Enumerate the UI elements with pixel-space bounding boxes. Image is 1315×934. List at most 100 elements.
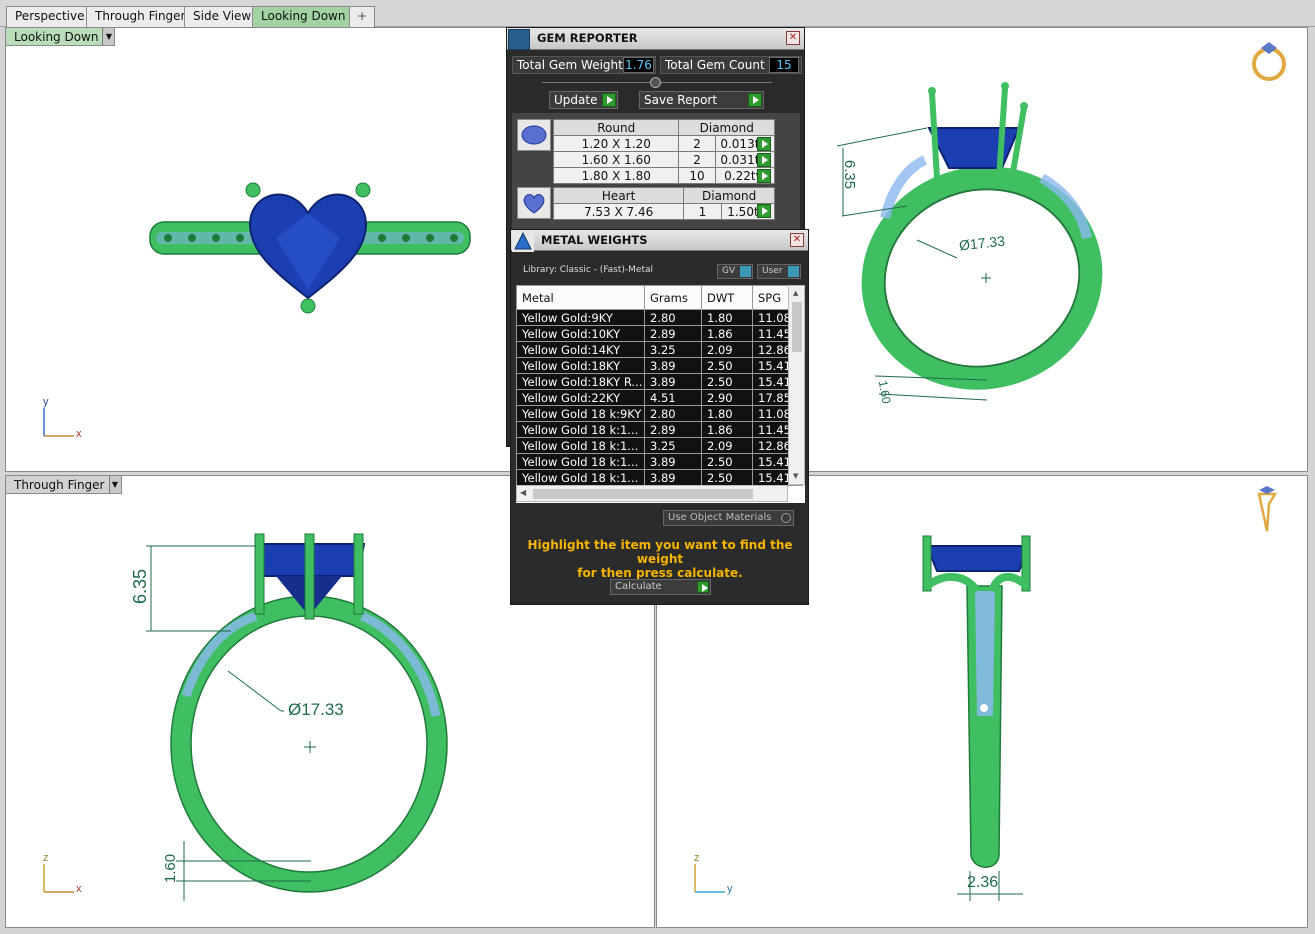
table-cell: 3.89: [644, 469, 702, 486]
dropdown-arrow-icon[interactable]: ▼: [108, 476, 121, 493]
axis-x-label: x: [76, 883, 82, 895]
table-header-row: Metal Grams DWT SPG: [516, 285, 803, 310]
table-row[interactable]: Yellow Gold:22KY 4.51 2.90 17.85: [516, 389, 803, 406]
tab-through-finger[interactable]: Through Finger: [86, 6, 195, 27]
user-toggle[interactable]: User: [757, 264, 801, 279]
vertical-scrollbar[interactable]: ▲ ▼: [788, 285, 805, 485]
table-cell: Yellow Gold:9KY: [516, 309, 645, 326]
table-row[interactable]: Yellow Gold 18 k:9KY 2.80 1.80 11.08: [516, 405, 803, 422]
gem-reporter-icon: [508, 29, 530, 50]
heart-gem-table: Heart Diamond 7.53 X 7.46 1 1.50tw: [552, 187, 776, 220]
dim-width: 2.36: [967, 874, 999, 891]
table-cell: 1.80: [701, 309, 753, 326]
table-row[interactable]: Yellow Gold:18KY R... 3.89 2.50 15.41: [516, 373, 803, 390]
scroll-thumb[interactable]: [792, 302, 802, 352]
table-cell: 4.51: [644, 389, 702, 406]
total-gem-weight-value: 1.76: [623, 57, 654, 73]
dim-height: 6.35: [841, 159, 859, 190]
tab-perspective[interactable]: Perspective: [6, 6, 94, 27]
table-cell: Yellow Gold 18 k:1...: [516, 469, 645, 486]
table-cell: 2.09: [701, 437, 753, 454]
table-cell: 2.09: [701, 341, 753, 358]
axis-z-label: z: [43, 852, 49, 864]
chevron-down-icon[interactable]: ▼: [793, 472, 798, 480]
dim-height: 6.35: [130, 568, 151, 605]
add-tab-button[interactable]: +: [349, 6, 375, 27]
library-label: Library: Classic - (Fast)-Metal: [523, 265, 654, 275]
table-cell: 3.89: [644, 357, 702, 374]
table-cell: Yellow Gold:10KY: [516, 325, 645, 342]
scroll-thumb[interactable]: [533, 489, 753, 499]
ring-side-icon[interactable]: [1253, 484, 1283, 536]
table-row[interactable]: Yellow Gold 18 k:1... 3.25 2.09 12.86: [516, 437, 803, 454]
table-row[interactable]: Yellow Gold 18 k:1... 3.89 2.50 15.41: [516, 469, 803, 486]
tab-looking-down[interactable]: Looking Down: [252, 6, 355, 27]
metal-table-container: Metal Grams DWT SPG Yellow Gold:9KY 2.80 1.80 1…: [516, 285, 805, 503]
select-gem-button[interactable]: [757, 137, 771, 151]
gem-shape: Round: [552, 119, 680, 136]
select-gem-button[interactable]: [757, 204, 771, 218]
round-gem-table: Round Diamond 1.20 X 1.20 2 0.013tw 1.60 X …: [552, 119, 776, 184]
column-header[interactable]: Metal: [516, 285, 645, 310]
table-cell: 3.25: [644, 437, 702, 454]
table-cell: 2.89: [644, 421, 702, 438]
select-gem-button[interactable]: [757, 169, 771, 183]
table-cell: Yellow Gold 18 k:1...: [516, 421, 645, 438]
table-row[interactable]: Yellow Gold 18 k:1... 2.89 1.86 11.45: [516, 421, 803, 438]
table-row[interactable]: Yellow Gold 18 k:1... 3.89 2.50 15.41: [516, 453, 803, 470]
metal-weights-titlebar[interactable]: METAL WEIGHTS ✕: [511, 230, 808, 252]
table-cell: 1.86: [701, 325, 753, 342]
close-icon[interactable]: ✕: [786, 31, 800, 45]
splitter-handle[interactable]: [650, 77, 661, 88]
chevron-up-icon[interactable]: ▲: [793, 289, 798, 297]
save-report-button[interactable]: Save Report: [639, 91, 764, 109]
axis-x-label: x: [76, 428, 82, 440]
table-row[interactable]: Yellow Gold:14KY 3.25 2.09 12.86: [516, 341, 803, 358]
table-cell: 1.86: [701, 421, 753, 438]
select-gem-button[interactable]: [757, 153, 771, 167]
column-header[interactable]: DWT: [701, 285, 753, 310]
table-row[interactable]: 7.53 X 7.46 1 1.50tw: [552, 203, 776, 220]
column-header[interactable]: Grams: [644, 285, 702, 310]
close-icon[interactable]: ✕: [790, 233, 804, 247]
update-button[interactable]: Update: [549, 91, 618, 109]
total-gem-count-value: 15: [769, 57, 799, 73]
table-cell: Yellow Gold 18 k:1...: [516, 453, 645, 470]
heart-gem-icon: [517, 187, 551, 219]
dropdown-arrow-icon[interactable]: ▼: [102, 28, 115, 45]
viewport-label-looking-down[interactable]: Looking Down ▼: [6, 28, 116, 46]
table-cell: Yellow Gold 18 k:9KY: [516, 405, 645, 422]
ring-perspective-icon[interactable]: [1249, 40, 1289, 88]
table-row[interactable]: 1.80 X 1.80 10 0.22tw: [552, 167, 776, 184]
viewport-tab-bar: Perspective Through Finger Side View Loo…: [0, 0, 1315, 27]
table-row[interactable]: 1.60 X 1.60 2 0.031tw: [552, 151, 776, 168]
table-cell: 1.80: [701, 405, 753, 422]
table-cell: Yellow Gold:18KY R...: [516, 373, 645, 390]
table-cell: 3.89: [644, 373, 702, 390]
table-cell: 2.80: [644, 309, 702, 326]
horizontal-scrollbar[interactable]: ◀: [516, 485, 788, 502]
table-cell: 3.89: [644, 453, 702, 470]
tab-side-view[interactable]: Side View: [184, 6, 261, 27]
table-cell: Yellow Gold:14KY: [516, 341, 645, 358]
gem-reporter-titlebar[interactable]: GEM REPORTER ✕: [507, 28, 804, 50]
use-object-materials-toggle[interactable]: Use Object Materials: [663, 510, 794, 526]
table-cell: 2.50: [701, 373, 753, 390]
table-row[interactable]: Yellow Gold:10KY 2.89 1.86 11.45: [516, 325, 803, 342]
table-row[interactable]: Yellow Gold:9KY 2.80 1.80 11.08: [516, 309, 803, 326]
gem-shape: Heart: [552, 187, 685, 204]
viewport-label-through-finger[interactable]: Through Finger ▼: [6, 476, 122, 494]
table-cell: 2.90: [701, 389, 753, 406]
table-cell: Yellow Gold:22KY: [516, 389, 645, 406]
calculate-button[interactable]: Calculate: [610, 579, 711, 595]
table-row[interactable]: Yellow Gold:18KY 3.89 2.50 15.41: [516, 357, 803, 374]
table-cell: 3.25: [644, 341, 702, 358]
gv-toggle[interactable]: GV: [717, 264, 753, 279]
round-gem-icon: [517, 119, 551, 151]
table-row[interactable]: 1.20 X 1.20 2 0.013tw: [552, 135, 776, 152]
gem-material: Diamond: [678, 119, 775, 136]
dim-thickness: 1.60: [162, 853, 180, 884]
gem-material: Diamond: [683, 187, 775, 204]
chevron-left-icon[interactable]: ◀: [520, 488, 526, 497]
table-cell: Yellow Gold 18 k:1...: [516, 437, 645, 454]
